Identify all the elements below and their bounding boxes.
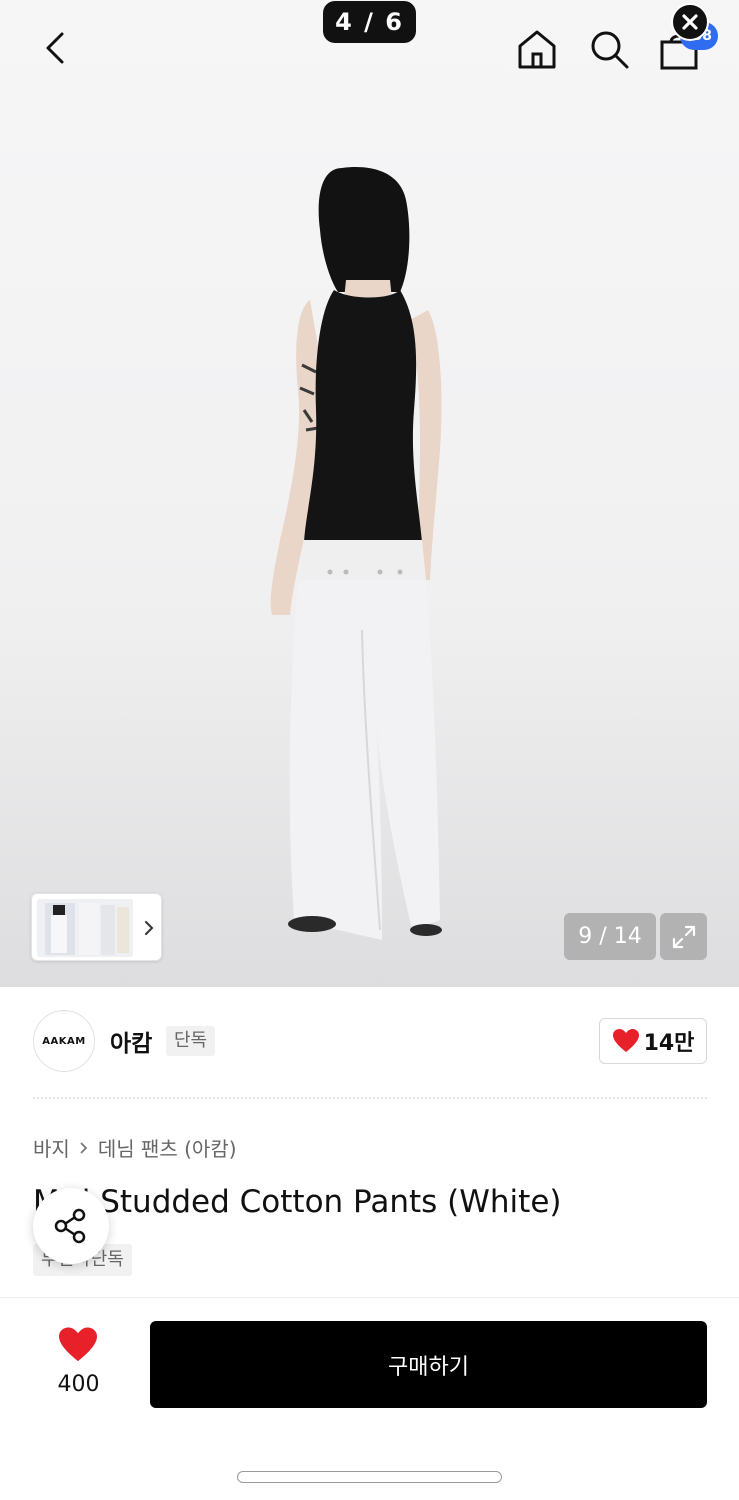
expand-icon: [672, 925, 695, 948]
share-button[interactable]: [33, 1188, 109, 1264]
product-title: M ti Studded Cotton Pants (White): [33, 1184, 562, 1220]
chevron-right-icon: [80, 1141, 88, 1154]
brand-logo[interactable]: AAKAM: [33, 1010, 95, 1072]
thumbnail-strip-button[interactable]: [31, 893, 162, 961]
brand-exclusive-tag: 단독: [166, 1026, 216, 1056]
close-viewer-button[interactable]: [671, 3, 709, 41]
product-like-count: 400: [57, 1372, 100, 1397]
buy-button[interactable]: 구매하기: [150, 1321, 707, 1408]
brand-like-button[interactable]: 14만: [599, 1018, 707, 1064]
product-like-button[interactable]: [57, 1326, 99, 1364]
home-button[interactable]: [514, 26, 560, 72]
brand-logo-text: AAKAM: [42, 1035, 86, 1047]
image-counter: 9 / 14: [564, 913, 656, 960]
heart-icon: [612, 1029, 639, 1052]
thumbnail-images: [37, 899, 133, 957]
brand-like-count: 14만: [643, 1031, 695, 1056]
bottom-bar-divider: [0, 1297, 739, 1298]
chevron-right-icon: [145, 921, 154, 935]
breadcrumb-category-link[interactable]: 바지: [33, 1133, 70, 1162]
close-icon: [682, 14, 698, 30]
brand-name-link[interactable]: 아캄: [110, 1024, 152, 1058]
page-indicator: 4 / 6: [323, 1, 416, 43]
product-photo-model: [270, 167, 442, 940]
breadcrumb: 바지 데님 팬츠 (아캄): [33, 1133, 237, 1162]
expand-image-button[interactable]: [660, 913, 707, 960]
home-indicator[interactable]: [237, 1471, 502, 1483]
search-icon: [591, 31, 629, 69]
product-image-viewer[interactable]: 58 4 / 6 9 / 14: [0, 0, 739, 987]
section-divider: [33, 1097, 707, 1099]
back-button[interactable]: [36, 28, 76, 68]
search-button[interactable]: [586, 26, 632, 72]
top-navigation-bar: 58 4 / 6: [0, 0, 739, 100]
chevron-left-icon: [46, 32, 64, 64]
heart-icon: [59, 1327, 97, 1362]
home-icon: [518, 30, 556, 69]
share-icon: [54, 1208, 86, 1244]
breadcrumb-subcategory-link[interactable]: 데님 팬츠 (아캄): [98, 1133, 237, 1162]
